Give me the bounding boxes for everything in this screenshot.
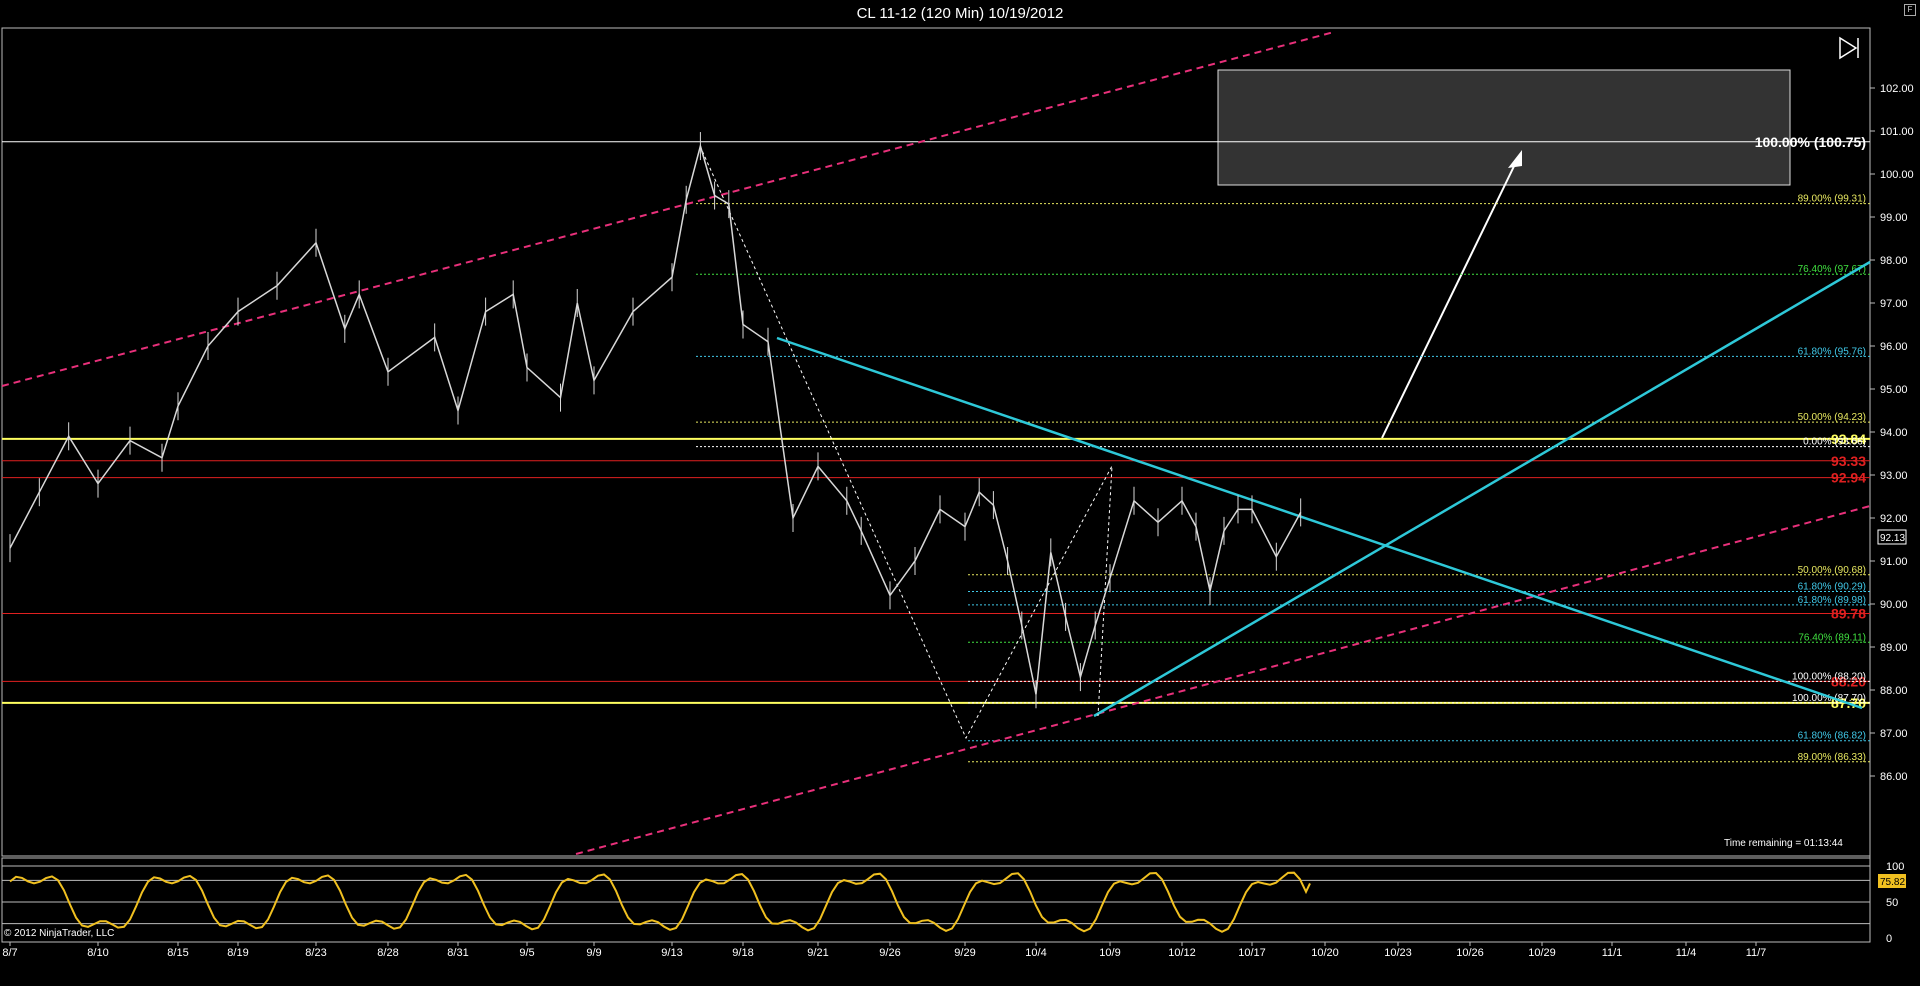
y-tick-label-9: 93.00 [1880,470,1908,482]
fib-label-10: 100.00% (87.70) [1792,693,1866,704]
osc-tick-label-0: 100 [1886,861,1904,873]
channel-lower-line [575,505,1871,855]
y-tick-label-14: 88.00 [1880,685,1908,697]
fib-label-11: 61.80% (86.82) [1798,731,1866,742]
x-tick-label-7: 9/5 [519,947,534,959]
fib-label-2: 61.80% (95.76) [1798,346,1866,357]
y-tick-label-11: 91.00 [1880,556,1908,568]
x-tick-label-11: 9/21 [807,947,828,959]
osc-tick-label-1: 50 [1886,897,1898,909]
fib-label-6: 61.80% (90.29) [1798,582,1866,593]
fib-label-0: 89.00% (99.31) [1798,194,1866,205]
x-tick-label-4: 8/23 [305,947,326,959]
x-tick-label-0: 8/7 [2,947,17,959]
y-tick-label-1: 101.00 [1880,126,1914,138]
target-zone-box [1217,69,1791,186]
x-tick-label-1: 8/10 [87,947,108,959]
x-tick-label-21: 10/29 [1528,947,1556,959]
x-tick-label-18: 10/20 [1311,947,1339,959]
x-tick-label-6: 8/31 [447,947,468,959]
y-tick-label-8: 94.00 [1880,427,1908,439]
level-label-0: 100.00% (100.75) [1755,134,1866,150]
x-tick-label-3: 8/19 [227,947,248,959]
x-tick-label-23: 11/4 [1676,947,1697,959]
x-tick-label-19: 10/23 [1384,947,1412,959]
x-tick-label-20: 10/26 [1456,947,1484,959]
copyright-text: © 2012 NinjaTrader, LLC [4,928,114,939]
fib-label-12: 89.00% (86.33) [1798,752,1866,763]
x-tick-label-8: 9/9 [586,947,601,959]
fib-label-8: 76.40% (89.11) [1798,632,1866,643]
x-tick-label-12: 9/26 [879,947,900,959]
oscillator-panel [1,857,1871,943]
level-label-3: 92.94 [1831,470,1866,486]
x-tick-label-5: 8/28 [377,947,398,959]
fib-label-7: 61.80% (89.98) [1798,595,1866,606]
fib-label-9: 100.00% (88.20) [1792,671,1866,682]
y-tick-label-2: 100.00 [1880,169,1914,181]
price-series-line [9,143,1302,695]
play-end-icon[interactable] [1839,36,1859,60]
price-chart[interactable]: 100.00% (100.75)93.8493.3392.9489.7888.2… [0,0,1920,986]
osc-tick-label-2: 0 [1886,933,1892,945]
x-tick-label-24: 11/7 [1746,947,1767,959]
x-tick-label-15: 10/9 [1099,947,1120,959]
x-tick-label-9: 9/13 [661,947,682,959]
projection-arrow [1381,157,1519,439]
fib-label-4: 0.00% (93.66) [1803,437,1866,448]
fib-label-5: 50.00% (90.68) [1798,565,1866,576]
x-tick-label-13: 9/29 [954,947,975,959]
level-label-4: 89.78 [1831,605,1866,621]
x-tick-label-14: 10/4 [1025,947,1046,959]
x-tick-label-17: 10/17 [1238,947,1266,959]
y-tick-label-4: 98.00 [1880,255,1908,267]
y-tick-label-7: 95.00 [1880,384,1908,396]
y-tick-label-5: 97.00 [1880,298,1908,310]
y-tick-label-6: 96.00 [1880,341,1908,353]
x-tick-label-10: 9/18 [732,947,753,959]
x-tick-label-2: 8/15 [167,947,188,959]
y-tick-label-12: 90.00 [1880,599,1908,611]
channel-upper-line [1,31,1335,387]
triangle-lower-line [1093,260,1871,718]
y-tick-label-0: 102.00 [1880,83,1914,95]
y-tick-label-10: 92.00 [1880,513,1908,525]
time-remaining-text: Time remaining = 01:13:44 [1724,838,1843,849]
y-tick-label-16: 86.00 [1880,771,1908,783]
osc-value-label: 75.82 [1880,877,1905,888]
fib-label-3: 50.00% (94.23) [1798,412,1866,423]
y-tick-label-3: 99.00 [1880,212,1908,224]
x-tick-label-22: 11/1 [1602,947,1623,959]
zigzag-line [699,145,1113,740]
y-tick-label-13: 89.00 [1880,642,1908,654]
level-label-2: 93.33 [1831,453,1866,469]
x-tick-label-16: 10/12 [1168,947,1196,959]
last-price-label: 92.13 [1880,533,1905,544]
y-tick-label-15: 87.00 [1880,728,1908,740]
